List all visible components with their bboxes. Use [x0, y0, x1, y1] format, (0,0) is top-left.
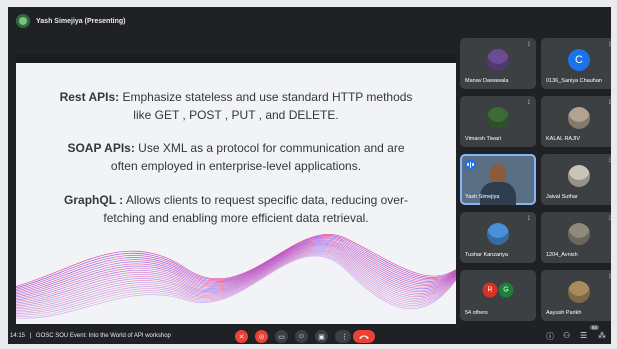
slide-line-soap-2: often employed in enterprise-level appli…: [16, 158, 456, 174]
photo-avatar: [568, 165, 590, 188]
pin-icon[interactable]: ⟟: [528, 100, 530, 107]
slide-text: Use XML as a protocol for communication …: [134, 141, 405, 155]
participant-count-badge: 64: [590, 325, 600, 330]
group-avatar: R: [482, 282, 498, 298]
pin-icon[interactable]: ⟟: [609, 274, 611, 281]
letter-avatar: C: [568, 49, 590, 72]
photo-avatar: [568, 223, 590, 246]
photo-avatar: [487, 107, 509, 130]
end-call-button[interactable]: [353, 330, 375, 343]
slide-top-strip: [16, 55, 456, 63]
video-feed: [490, 164, 506, 184]
slide-line-graphql: GraphQL : Allows clients to request spec…: [16, 192, 456, 208]
participant-name: Yash Simejiya: [465, 194, 500, 200]
participant-tile[interactable]: ⟟ 1204_Avnish: [541, 212, 611, 263]
pin-icon[interactable]: ⟟: [528, 216, 530, 223]
meeting-separator: |: [29, 333, 32, 339]
participant-name: Tushar Kanzariya: [465, 252, 508, 258]
participant-tile[interactable]: Yash Simejiya: [460, 154, 536, 205]
participant-tile[interactable]: ⟟ Aayush Parikh: [541, 270, 611, 321]
pin-icon[interactable]: ⟟: [609, 216, 611, 223]
slide-term: Rest APIs:: [59, 90, 120, 104]
slide-text: like GET , POST , PUT , and DELETE.: [133, 108, 339, 122]
slide-text: Allows clients to request specific data,…: [123, 193, 408, 207]
speaking-indicator-icon: [465, 159, 476, 170]
activities-icon[interactable]: ⁂: [598, 331, 606, 340]
presenter-label: Yash Simejiya (Presenting): [36, 17, 126, 25]
pin-icon[interactable]: ⟟: [609, 42, 611, 49]
meet-window: Yash Simejiya (Presenting) Rest APIs: Em…: [8, 7, 611, 344]
presenter-bar: Yash Simejiya (Presenting): [8, 7, 611, 35]
slide-line-rest-2: like GET , POST , PUT , and DELETE.: [16, 107, 456, 123]
presenter-avatar: [16, 14, 30, 28]
shared-slide: Rest APIs: Emphasize stateless and use s…: [16, 55, 456, 324]
participant-tile[interactable]: ⟟ KALAL RAJIV: [541, 96, 611, 147]
people-icon[interactable]: ⚇: [563, 331, 570, 340]
chat-icon[interactable]: ☰: [580, 331, 587, 340]
group-avatar: G: [498, 282, 514, 298]
slide-line-soap: SOAP APIs: Use XML as a protocol for com…: [16, 140, 456, 156]
meeting-title: GOSC SOU Event: Into the World of API wo…: [35, 333, 171, 339]
meeting-time: 14:15: [10, 333, 26, 339]
slide-text: often employed in enterprise-level appli…: [110, 159, 362, 173]
participant-name: Aayush Parikh: [546, 310, 582, 316]
wave-decoration: [16, 234, 456, 319]
mic-off-icon: ✕: [238, 333, 245, 341]
participant-tile[interactable]: ⟟ Manav Dawawala: [460, 38, 536, 89]
captions-icon: ▭: [278, 333, 285, 341]
participant-tile[interactable]: R G 54 others: [460, 270, 536, 321]
mic-off-button[interactable]: ✕: [235, 330, 248, 343]
pin-icon[interactable]: ⟟: [528, 42, 530, 49]
participant-tile[interactable]: ⟟ Jaival Suthar: [541, 154, 611, 205]
phone-hangup-icon: [359, 335, 369, 339]
present-button[interactable]: ▣: [315, 330, 328, 343]
present-icon: ▣: [318, 333, 325, 341]
emoji-button[interactable]: ☺: [295, 330, 308, 343]
wave-line: [16, 245, 456, 304]
participant-tile[interactable]: C ⟟ 0136_Saniya Chauhan: [541, 38, 611, 89]
meeting-info: 14:15 | GOSC SOU Event: Into the World o…: [10, 333, 171, 339]
participant-name: KALAL RAJIV: [546, 136, 581, 142]
participant-name: Jaival Suthar: [546, 194, 578, 200]
emoji-icon: ☺: [297, 333, 306, 340]
slide-text: Emphasize stateless and use standard HTT…: [119, 90, 413, 104]
participant-tile[interactable]: ⟟ Tushar Kanzariya: [460, 212, 536, 263]
camera-off-button[interactable]: ⊘: [255, 330, 268, 343]
slide-line-rest: Rest APIs: Emphasize stateless and use s…: [16, 89, 456, 105]
participant-name: 1204_Avnish: [546, 252, 578, 258]
meeting-bottom-bar: 14:15 | GOSC SOU Event: Into the World o…: [8, 325, 611, 344]
info-icon[interactable]: ⓘ: [546, 331, 554, 342]
participant-tile[interactable]: ⟟ Vimarsh Tiwari: [460, 96, 536, 147]
more-options-button[interactable]: ⋮: [338, 330, 351, 343]
captions-button[interactable]: ▭: [275, 330, 288, 343]
pin-icon[interactable]: ⟟: [609, 158, 611, 165]
participant-name: 0136_Saniya Chauhan: [546, 78, 602, 84]
photo-avatar: [487, 223, 509, 246]
photo-avatar: [487, 49, 509, 72]
participant-name: 54 others: [465, 310, 488, 316]
pin-icon[interactable]: ⟟: [609, 100, 611, 107]
participant-name: Manav Dawawala: [465, 78, 509, 84]
slide-term: SOAP APIs:: [67, 141, 135, 155]
photo-avatar: [568, 107, 590, 130]
participant-name: Vimarsh Tiwari: [465, 136, 501, 142]
camera-off-icon: ⊘: [258, 333, 265, 341]
more-options-icon: ⋮: [341, 333, 348, 341]
photo-avatar: [568, 281, 590, 304]
slide-term: GraphQL :: [64, 193, 124, 207]
